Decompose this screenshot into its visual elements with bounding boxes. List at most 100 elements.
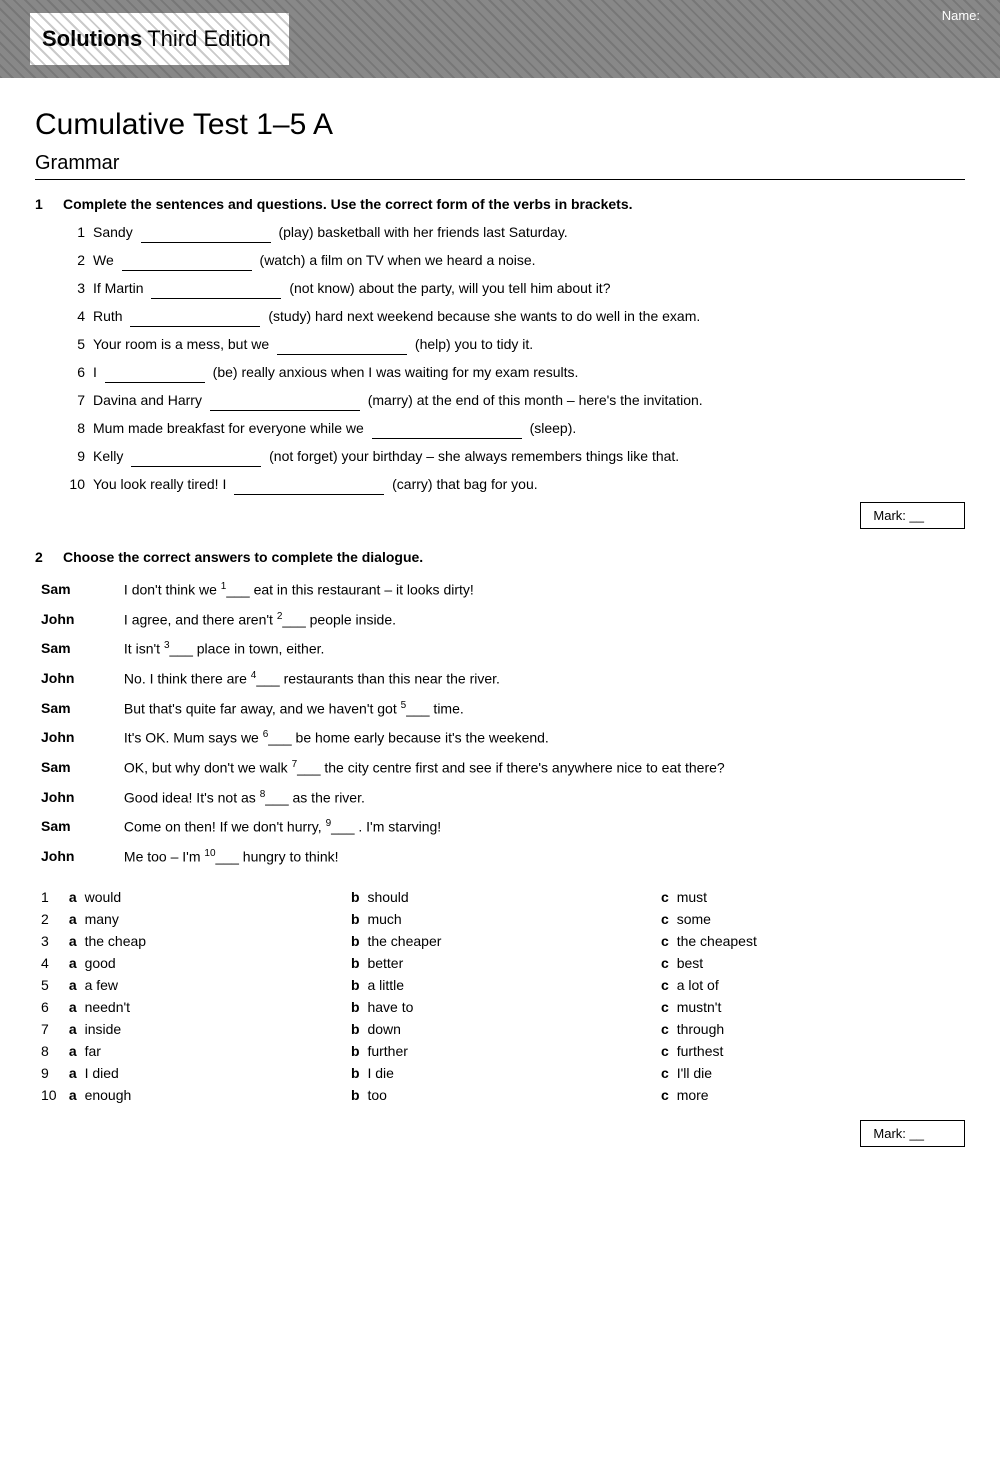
choice-10: 10 a enough [35, 1084, 345, 1106]
choice-1c: c must [655, 886, 965, 908]
dialogue-row-3: Sam It isn't 3___ place in town, either. [35, 634, 965, 664]
dialogue-row-7: Sam OK, but why don't we walk 7___ the c… [35, 753, 965, 783]
item-text: Sandy (play) basketball with her friends… [93, 222, 568, 243]
dialogue-row-4: John No. I think there are 4___ restaura… [35, 664, 965, 694]
choice-2b: b much [345, 908, 655, 930]
q1-item-4: 4 Ruth (study) hard next weekend because… [65, 306, 965, 327]
dialogue-line-7: OK, but why don't we walk 7___ the city … [118, 753, 965, 783]
dialogue-table: Sam I don't think we 1___ eat in this re… [35, 575, 965, 872]
q1-items: 1 Sandy (play) basketball with her frien… [35, 222, 965, 495]
choice-2c: c some [655, 908, 965, 930]
speaker-john-3: John [35, 723, 118, 753]
q1-item-1: 1 Sandy (play) basketball with her frien… [65, 222, 965, 243]
choices-row-9: 9 a I died b I die c I'll die [35, 1062, 965, 1084]
dialogue-row-1: Sam I don't think we 1___ eat in this re… [35, 575, 965, 605]
dialogue-line-4: No. I think there are 4___ restaurants t… [118, 664, 965, 694]
speaker-sam-4: Sam [35, 753, 118, 783]
item-num: 10 [65, 476, 85, 492]
choices-row-10: 10 a enough b too c more [35, 1084, 965, 1106]
header-banner: Solutions Third Edition Name: [0, 0, 1000, 78]
choice-1: 1 a would [35, 886, 345, 908]
choice-9: 9 a I died [35, 1062, 345, 1084]
dialogue-row-5: Sam But that's quite far away, and we ha… [35, 694, 965, 724]
choice-4b: b better [345, 952, 655, 974]
dialogue-row-8: John Good idea! It's not as 8___ as the … [35, 783, 965, 813]
dialogue-row-9: Sam Come on then! If we don't hurry, 9__… [35, 812, 965, 842]
item-text: We (watch) a film on TV when we heard a … [93, 250, 536, 271]
q1-item-2: 2 We (watch) a film on TV when we heard … [65, 250, 965, 271]
dialogue-row-10: John Me too – I'm 10___ hungry to think! [35, 842, 965, 872]
choice-1b: b should [345, 886, 655, 908]
choice-5: 5 a a few [35, 974, 345, 996]
choice-7b: b down [345, 1018, 655, 1040]
q2-instruction: Choose the correct answers to complete t… [63, 549, 423, 565]
speaker-john-1: John [35, 605, 118, 635]
item-text: Ruth (study) hard next weekend because s… [93, 306, 700, 327]
item-text: Your room is a mess, but we (help) you t… [93, 334, 533, 355]
item-text: Davina and Harry (marry) at the end of t… [93, 390, 703, 411]
header-title-box: Solutions Third Edition [30, 13, 289, 65]
blank-7 [210, 395, 360, 411]
blank-5 [277, 339, 407, 355]
choice-3b: b the cheaper [345, 930, 655, 952]
page-title: Cumulative Test 1–5 A [35, 108, 965, 142]
q1-item-5: 5 Your room is a mess, but we (help) you… [65, 334, 965, 355]
choice-10c: c more [655, 1084, 965, 1106]
speaker-john-2: John [35, 664, 118, 694]
dialogue-line-1: I don't think we 1___ eat in this restau… [118, 575, 965, 605]
choices-row-4: 4 a good b better c best [35, 952, 965, 974]
blank-8 [372, 423, 522, 439]
choices-row-5: 5 a a few b a little c a lot of [35, 974, 965, 996]
question-1-header: 1 Complete the sentences and questions. … [35, 196, 965, 212]
q1-item-3: 3 If Martin (not know) about the party, … [65, 278, 965, 299]
choices-row-2: 2 a many b much c some [35, 908, 965, 930]
choice-8: 8 a far [35, 1040, 345, 1062]
speaker-sam-3: Sam [35, 694, 118, 724]
dialogue-row-6: John It's OK. Mum says we 6___ be home e… [35, 723, 965, 753]
q2-number: 2 [35, 549, 53, 565]
choices-row-1: 1 a would b should c must [35, 886, 965, 908]
choice-2: 2 a many [35, 908, 345, 930]
blank-1 [141, 227, 271, 243]
dialogue-line-8: Good idea! It's not as 8___ as the river… [118, 783, 965, 813]
choice-3c: c the cheapest [655, 930, 965, 952]
item-num: 3 [65, 280, 85, 296]
item-text: Kelly (not forget) your birthday – she a… [93, 446, 679, 467]
choices-row-3: 3 a the cheap b the cheaper c the cheape… [35, 930, 965, 952]
q1-item-8: 8 Mum made breakfast for everyone while … [65, 418, 965, 439]
dialogue-line-6: It's OK. Mum says we 6___ be home early … [118, 723, 965, 753]
question-2-block: 2 Choose the correct answers to complete… [35, 549, 965, 1147]
item-num: 5 [65, 336, 85, 352]
item-num: 9 [65, 448, 85, 464]
q1-mark-box: Mark: __ [35, 502, 965, 529]
blank-4 [130, 311, 260, 327]
item-text: I (be) really anxious when I was waiting… [93, 362, 578, 383]
blank-2 [122, 255, 252, 271]
choice-6c: c mustn't [655, 996, 965, 1018]
q1-instruction: Complete the sentences and questions. Us… [63, 196, 633, 212]
dialogue-line-3: It isn't 3___ place in town, either. [118, 634, 965, 664]
solutions-brand: Solutions [42, 26, 142, 52]
blank-6 [105, 367, 205, 383]
speaker-sam-1: Sam [35, 575, 118, 605]
item-num: 8 [65, 420, 85, 436]
item-num: 4 [65, 308, 85, 324]
speaker-john-5: John [35, 842, 118, 872]
q1-number: 1 [35, 196, 53, 212]
blank-3 [151, 283, 281, 299]
choice-9c: c I'll die [655, 1062, 965, 1084]
q1-item-7: 7 Davina and Harry (marry) at the end of… [65, 390, 965, 411]
dialogue-row-2: John I agree, and there aren't 2___ peop… [35, 605, 965, 635]
speaker-sam-2: Sam [35, 634, 118, 664]
name-label: Name: [942, 8, 980, 23]
choices-row-6: 6 a needn't b have to c mustn't [35, 996, 965, 1018]
item-num: 6 [65, 364, 85, 380]
choice-7: 7 a inside [35, 1018, 345, 1040]
speaker-sam-5: Sam [35, 812, 118, 842]
main-content: Cumulative Test 1–5 A Grammar 1 Complete… [0, 78, 1000, 1187]
choice-4c: c best [655, 952, 965, 974]
item-num: 2 [65, 252, 85, 268]
choices-row-7: 7 a inside b down c through [35, 1018, 965, 1040]
choice-6: 6 a needn't [35, 996, 345, 1018]
item-num: 7 [65, 392, 85, 408]
